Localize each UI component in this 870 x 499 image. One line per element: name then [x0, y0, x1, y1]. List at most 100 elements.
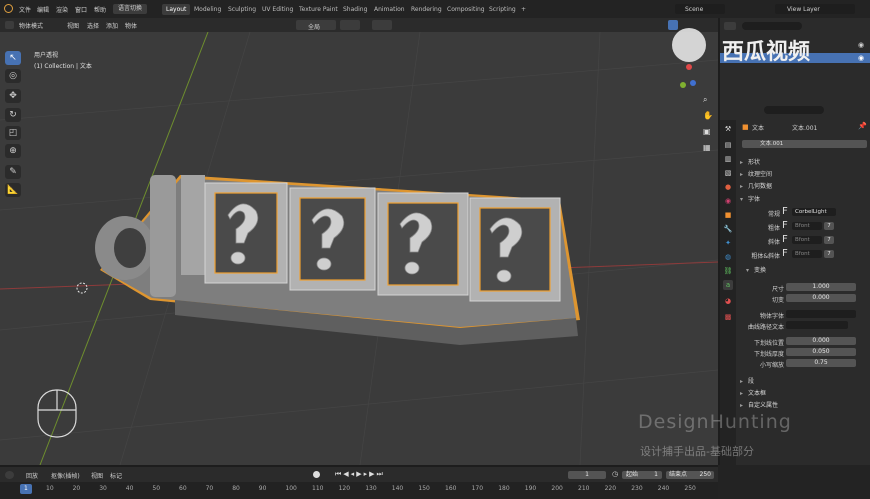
- underline-position-field[interactable]: 0.000: [786, 337, 856, 345]
- nav-gizmo-x-icon[interactable]: [686, 64, 692, 70]
- section-text-boxes[interactable]: ▸ 文本框: [740, 388, 766, 397]
- modifier-tab-icon[interactable]: 🔧: [723, 224, 733, 234]
- font-regular-field[interactable]: CorbelLight: [792, 208, 836, 216]
- shear-field[interactable]: 0.000: [786, 294, 856, 302]
- 3d-viewport[interactable]: 用户透视 (1) Collection | 文本 ↖ ◎ ✥ ↻ ◰ ⊕ ✎ 📐…: [0, 32, 718, 465]
- tab-uv-editing[interactable]: UV Editing: [258, 4, 297, 15]
- rotate-tool-icon[interactable]: ↻: [5, 108, 21, 122]
- 3d-cursor-icon[interactable]: [76, 282, 88, 294]
- tab-sculpting[interactable]: Sculpting: [224, 4, 260, 15]
- tab-shading[interactable]: Shading: [339, 4, 371, 15]
- props-search-input[interactable]: [764, 106, 824, 114]
- tab-scripting[interactable]: Scripting: [485, 4, 520, 15]
- view-layer-selector[interactable]: View Layer: [775, 4, 855, 14]
- visibility-eye-icon[interactable]: ◉: [858, 41, 864, 49]
- section-transform[interactable]: ▾ 变换: [746, 265, 766, 274]
- font-bold-field[interactable]: Bfont: [792, 222, 822, 230]
- outliner-search-input[interactable]: [742, 22, 802, 30]
- timeline-editor-icon[interactable]: [5, 471, 14, 479]
- timeline-ruler[interactable]: 1 10 20 30 40 50 60 70 80 90 100 110 120 130 140 150 160…: [0, 482, 718, 499]
- scene-tab-icon[interactable]: ●: [723, 182, 733, 192]
- end-frame-field[interactable]: 结束点 250: [666, 471, 714, 479]
- tab-layout[interactable]: Layout: [162, 4, 191, 15]
- scene-selector[interactable]: Scene: [675, 4, 725, 14]
- menu-window[interactable]: 窗口: [75, 5, 87, 14]
- blender-logo-icon[interactable]: [4, 4, 13, 13]
- nav-gizmo-y-icon[interactable]: [680, 82, 686, 88]
- zoom-icon[interactable]: ⌕: [703, 95, 707, 105]
- proportional-edit-icon[interactable]: [372, 20, 392, 30]
- orientation-dropdown[interactable]: 全局: [296, 20, 336, 31]
- font-italic-field[interactable]: Bfont: [792, 236, 822, 244]
- physics-tab-icon[interactable]: ◍: [723, 252, 733, 262]
- font-bold-italic-users[interactable]: 7: [824, 250, 834, 258]
- texture-tab-icon[interactable]: ▩: [723, 312, 733, 322]
- small-caps-field[interactable]: 0.75: [786, 359, 856, 367]
- menu-add[interactable]: 添加: [106, 21, 118, 30]
- section-font[interactable]: ▾ 字体: [740, 194, 760, 203]
- view-layer-tab-icon[interactable]: ▧: [723, 168, 733, 178]
- shading-solid-icon[interactable]: [668, 20, 678, 30]
- menu-file[interactable]: 文件: [19, 5, 31, 14]
- output-tab-icon[interactable]: ▥: [723, 154, 733, 164]
- section-texture-space[interactable]: ▸ 纹理空间: [740, 169, 772, 178]
- datablock-field[interactable]: 文本.001: [742, 140, 867, 148]
- section-paragraph[interactable]: ▸ 段: [740, 376, 754, 385]
- mode-dropdown[interactable]: 物体模式: [19, 21, 43, 30]
- tool-tab-icon[interactable]: ⚒: [723, 124, 733, 134]
- menu-select[interactable]: 选择: [87, 21, 99, 30]
- record-button[interactable]: [313, 471, 320, 478]
- constraints-tab-icon[interactable]: ⛓: [723, 266, 733, 276]
- curve-path-field[interactable]: [786, 321, 848, 329]
- font-bold-users[interactable]: 7: [824, 222, 834, 230]
- section-shape[interactable]: ▸ 形状: [740, 157, 760, 166]
- menu-marker[interactable]: 标记: [110, 471, 122, 480]
- object-tab-icon[interactable]: ■: [723, 210, 733, 220]
- annotate-tool-icon[interactable]: ✎: [5, 165, 21, 179]
- scale-tool-icon[interactable]: ◰: [5, 126, 21, 140]
- section-geometry[interactable]: ▸ 几何数据: [740, 181, 772, 190]
- menu-object[interactable]: 物体: [125, 21, 137, 30]
- text-object[interactable]: [95, 175, 580, 345]
- visibility-eye-icon-2[interactable]: ◉: [858, 54, 864, 62]
- start-frame-field[interactable]: 起始 1: [622, 471, 662, 479]
- measure-tool-icon[interactable]: 📐: [5, 183, 21, 197]
- render-tab-icon[interactable]: ▤: [723, 140, 733, 150]
- data-tab-icon[interactable]: a: [723, 280, 733, 290]
- tab-modeling[interactable]: Modeling: [190, 4, 225, 15]
- tab-texture-paint[interactable]: Texture Paint: [295, 4, 342, 15]
- preview-range-icon[interactable]: ◷: [612, 470, 618, 478]
- tab-compositing[interactable]: Compositing: [443, 4, 489, 15]
- menu-render[interactable]: 渲染: [56, 5, 68, 14]
- perspective-toggle-icon[interactable]: ▦: [703, 143, 711, 152]
- menu-view[interactable]: 视图: [67, 21, 79, 30]
- camera-view-icon[interactable]: ▣: [703, 127, 711, 136]
- section-custom-props[interactable]: ▸ 自定义属性: [740, 400, 778, 409]
- font-italic-users[interactable]: 7: [824, 236, 834, 244]
- material-tab-icon[interactable]: ◕: [723, 296, 733, 306]
- cursor-tool-icon[interactable]: ◎: [5, 69, 21, 83]
- language-switch-button[interactable]: 语言切换: [113, 4, 148, 14]
- current-frame-field[interactable]: 1: [568, 471, 606, 479]
- pan-hand-icon[interactable]: ✋: [703, 111, 713, 120]
- underline-thickness-field[interactable]: 0.050: [786, 348, 856, 356]
- menu-help[interactable]: 帮助: [94, 5, 106, 14]
- snap-icon[interactable]: [340, 20, 360, 30]
- transform-tool-icon[interactable]: ⊕: [5, 144, 21, 158]
- tab-animation[interactable]: Animation: [370, 4, 409, 15]
- nav-gizmo-z-icon[interactable]: [690, 80, 696, 86]
- world-tab-icon[interactable]: ◉: [723, 196, 733, 206]
- outliner-filter-icon[interactable]: [724, 22, 736, 30]
- menu-keying[interactable]: 抠像(插帧): [51, 471, 80, 480]
- tab-rendering[interactable]: Rendering: [407, 4, 446, 15]
- add-workspace-icon[interactable]: +: [517, 4, 530, 15]
- font-bold-italic-field[interactable]: Bfont: [792, 250, 822, 258]
- size-field[interactable]: 1.000: [786, 283, 856, 291]
- menu-timeline-view[interactable]: 视图: [91, 471, 103, 480]
- select-box-tool-icon[interactable]: ↖: [5, 51, 21, 65]
- particles-tab-icon[interactable]: ✦: [723, 238, 733, 248]
- menu-playback[interactable]: 回放: [26, 471, 38, 480]
- object-font-field[interactable]: [786, 310, 856, 318]
- move-tool-icon[interactable]: ✥: [5, 89, 21, 103]
- editor-type-icon[interactable]: [5, 21, 14, 29]
